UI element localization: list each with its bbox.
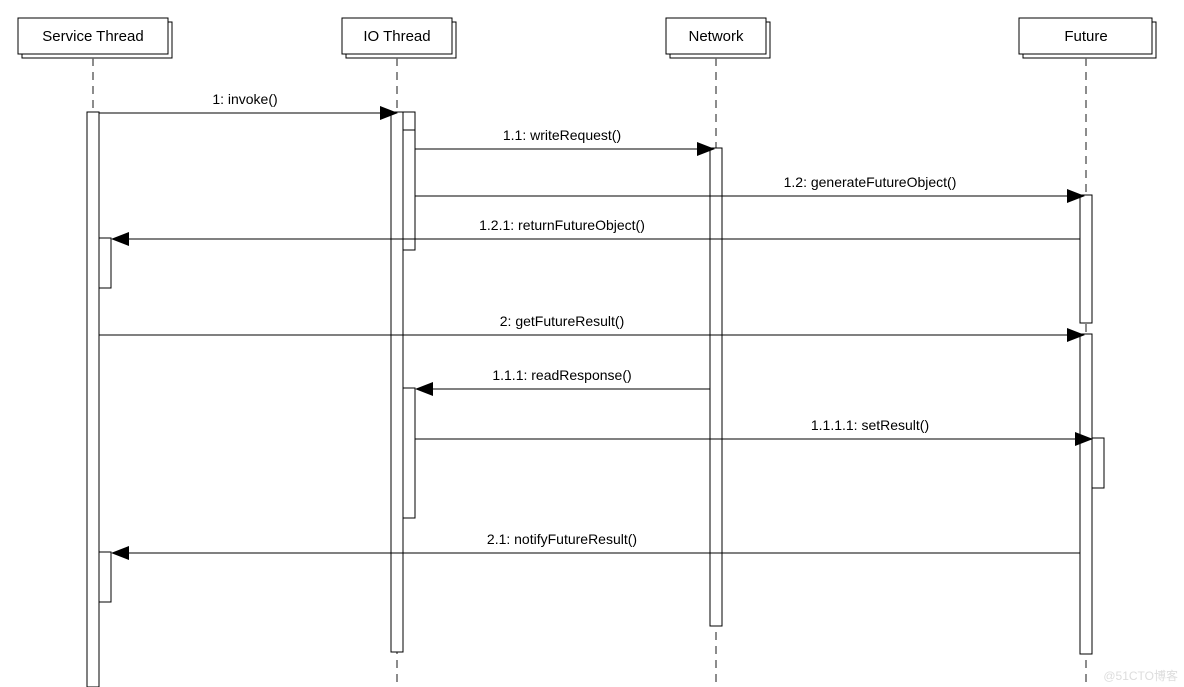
message-label: 2.1: notifyFutureResult()	[487, 531, 637, 547]
activation-bar	[403, 388, 415, 518]
activation-bar	[1080, 195, 1092, 323]
participant-label: IO Thread	[363, 28, 430, 45]
participant-service-thread: Service Thread	[18, 18, 172, 58]
message-label: 1.2.1: returnFutureObject()	[479, 217, 645, 233]
participant-io-thread: IO Thread	[342, 18, 456, 58]
message-write-request: 1.1: writeRequest()	[415, 127, 715, 156]
message-read-response: 1.1.1: readResponse()	[415, 367, 710, 396]
activation-bar	[99, 238, 111, 288]
message-return-future: 1.2.1: returnFutureObject()	[111, 217, 1080, 246]
activation-bar	[403, 130, 415, 250]
activation-bar	[1092, 438, 1104, 488]
participant-label: Network	[688, 28, 744, 45]
activation-bar	[1080, 334, 1092, 654]
message-label: 1.1: writeRequest()	[503, 127, 621, 143]
message-get-future-result: 2: getFutureResult()	[99, 313, 1085, 342]
message-set-result: 1.1.1.1: setResult()	[415, 417, 1093, 446]
participant-label: Future	[1064, 28, 1107, 45]
message-label: 1.2: generateFutureObject()	[784, 174, 957, 190]
activation-bar	[710, 148, 722, 626]
participant-network: Network	[666, 18, 770, 58]
message-label: 2: getFutureResult()	[500, 313, 625, 329]
activation-bar	[87, 112, 99, 687]
message-generate-future: 1.2: generateFutureObject()	[415, 174, 1085, 203]
watermark-text: @51CTO博客	[1103, 668, 1178, 683]
message-label: 1: invoke()	[212, 91, 277, 107]
participant-label: Service Thread	[42, 28, 143, 45]
message-notify-future-result: 2.1: notifyFutureResult()	[111, 531, 1080, 560]
message-label: 1.1.1: readResponse()	[492, 367, 631, 383]
participant-future: Future	[1019, 18, 1156, 58]
activation-bar	[99, 552, 111, 602]
message-invoke: 1: invoke()	[99, 91, 398, 120]
activation-bar	[391, 112, 403, 652]
message-label: 1.1.1.1: setResult()	[811, 417, 929, 433]
